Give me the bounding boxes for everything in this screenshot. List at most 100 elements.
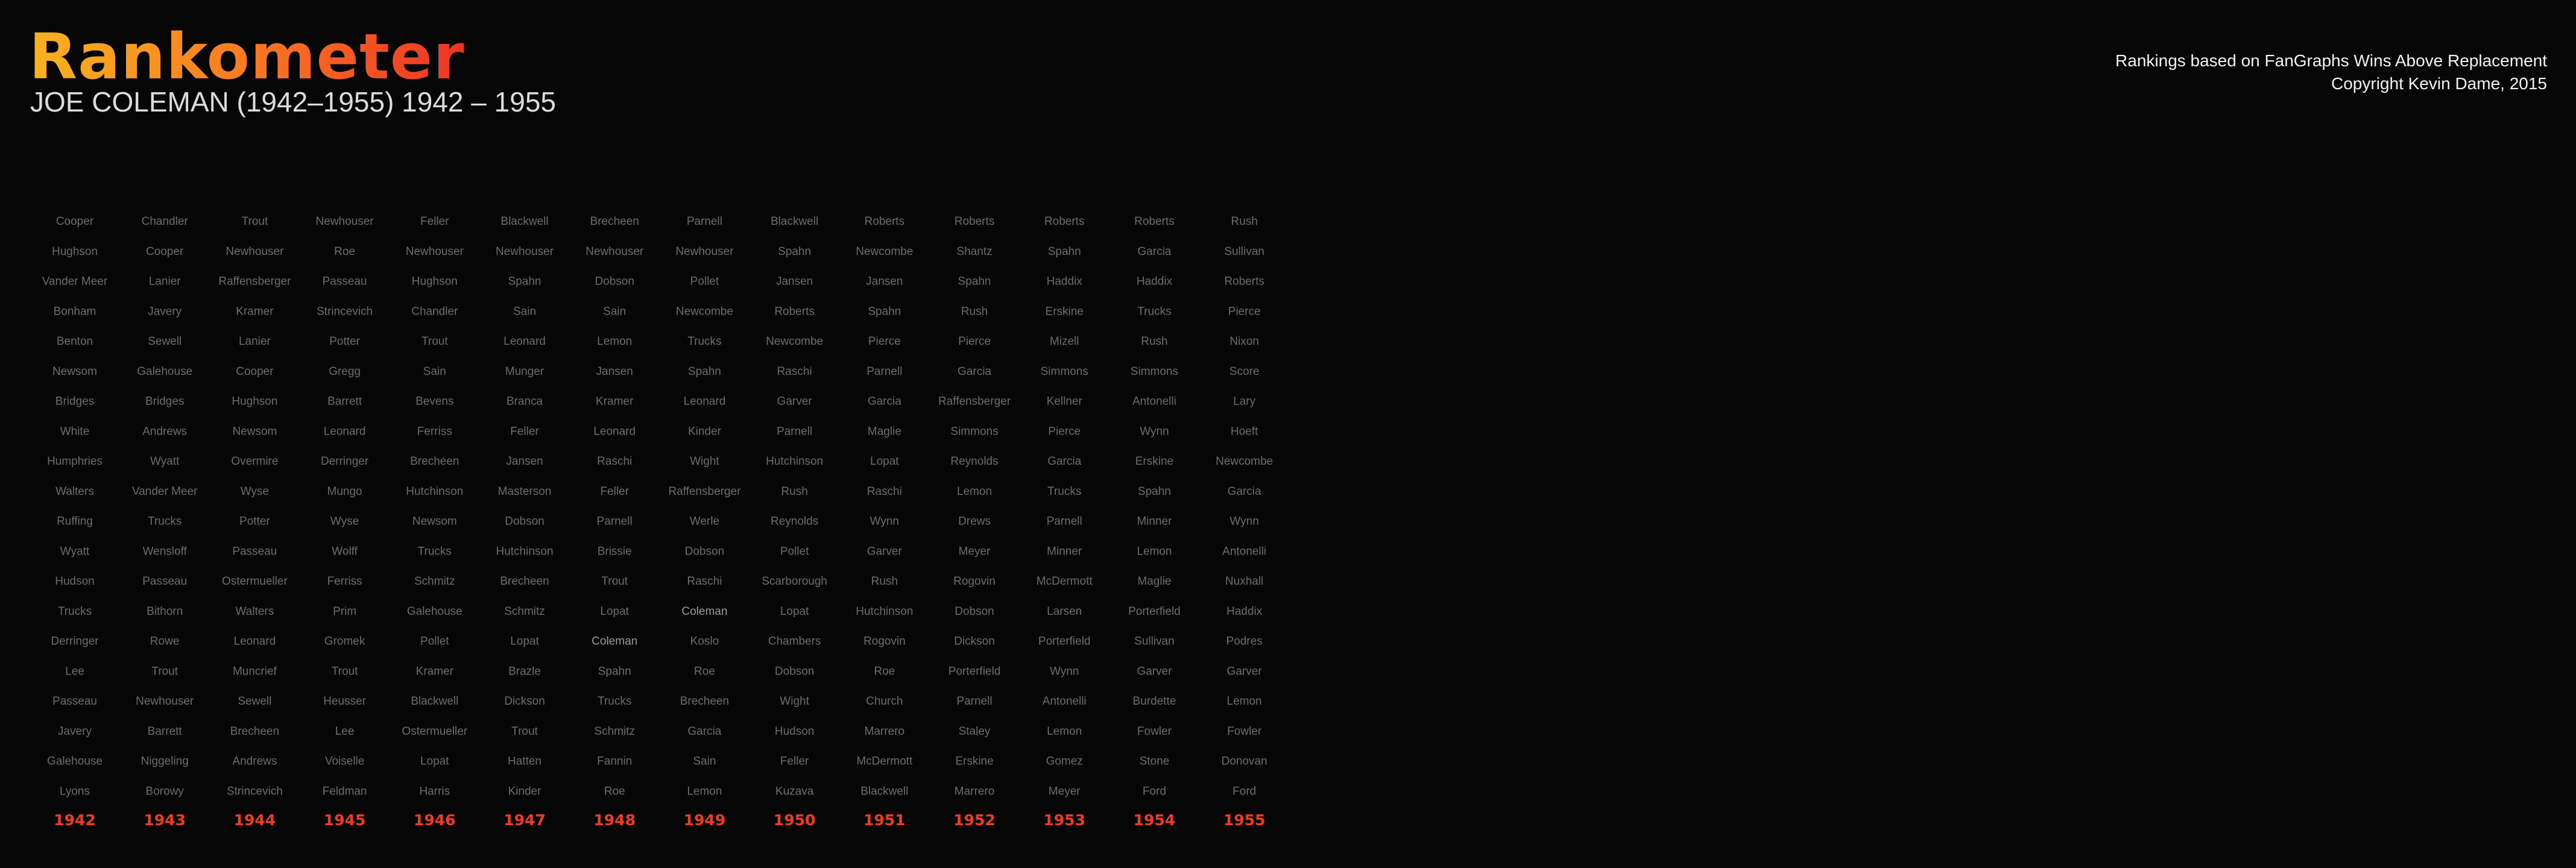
ranked-pitcher-name: Antonelli xyxy=(1132,395,1176,408)
ranked-pitcher-name: Ostermueller xyxy=(222,575,288,588)
ranked-pitcher-name: Ferriss xyxy=(327,575,362,588)
ranked-pitcher-name: Lanier xyxy=(149,275,181,288)
ranked-pitcher-name: Blackwell xyxy=(771,215,818,228)
ranked-pitcher-name: Minner xyxy=(1137,515,1172,528)
ranked-pitcher-name: Lee xyxy=(335,725,355,738)
ranked-pitcher-name: Dobson xyxy=(505,515,545,528)
ranked-pitcher-name: Passeau xyxy=(323,275,367,288)
ranked-pitcher-name: Wensloff xyxy=(143,545,188,558)
ranked-pitcher-name: Dickson xyxy=(504,695,545,708)
ranked-pitcher-name: Muncrief xyxy=(233,665,277,678)
ranked-pitcher-name: Wyse xyxy=(330,515,359,528)
ranked-pitcher-name: Parnell xyxy=(597,515,633,528)
ranked-pitcher-name: Fowler xyxy=(1227,725,1262,738)
ranked-pitcher-name: Newsom xyxy=(412,515,457,528)
ranked-pitcher-name: Erskine xyxy=(1046,305,1084,318)
ranked-pitcher-name: Spahn xyxy=(1048,245,1081,258)
ranked-pitcher-name: Roe xyxy=(874,665,895,678)
ranked-pitcher-name: Munger xyxy=(505,365,545,378)
ranked-pitcher-name: Trucks xyxy=(1137,305,1171,318)
ranked-pitcher-name: Schmitz xyxy=(594,725,635,738)
ranked-pitcher-name: Roberts xyxy=(1224,275,1264,288)
ranked-pitcher-name: Donovan xyxy=(1222,755,1267,768)
ranked-pitcher-name: Marrero xyxy=(955,785,995,797)
ranked-pitcher-name: Hudson xyxy=(775,725,815,738)
ranked-pitcher-name: Trucks xyxy=(598,695,631,708)
ranked-pitcher-name: White xyxy=(60,425,90,438)
ranked-pitcher-name: Fowler xyxy=(1137,725,1172,738)
ranked-pitcher-name: Parnell xyxy=(687,215,722,228)
ranked-pitcher-name: Newhouser xyxy=(226,245,284,258)
ranked-pitcher-name: Simmons xyxy=(950,425,998,438)
ranked-pitcher-name: Feller xyxy=(510,425,539,438)
ranked-pitcher-name: Coleman xyxy=(592,635,637,648)
ranked-pitcher-name: Bridges xyxy=(145,395,184,408)
ranked-pitcher-name: Wyatt xyxy=(60,545,90,558)
ranked-pitcher-name: Roberts xyxy=(1134,215,1175,228)
ranked-pitcher-name: Lopat xyxy=(510,635,539,648)
ranked-pitcher-name: Newhouser xyxy=(675,245,734,258)
ranked-pitcher-name: Wolff xyxy=(332,545,358,558)
ranked-pitcher-name: Leonard xyxy=(593,425,636,438)
ranked-pitcher-name: Reynolds xyxy=(771,515,818,528)
ranked-pitcher-name: Brissie xyxy=(598,545,632,558)
ranked-pitcher-name: Wynn xyxy=(1050,665,1079,678)
ranked-pitcher-name: Newhouser xyxy=(496,245,554,258)
ranked-pitcher-name: Galehouse xyxy=(137,365,192,378)
ranked-pitcher-name: Vander Meer xyxy=(132,485,198,498)
ranked-pitcher-name: Hughson xyxy=(52,245,98,258)
ranked-pitcher-name: Lary xyxy=(1233,395,1255,408)
ranked-pitcher-name: Trout xyxy=(421,335,448,348)
ranked-pitcher-name: Feller xyxy=(420,215,449,228)
ranked-pitcher-name: Trucks xyxy=(148,515,182,528)
ranked-pitcher-name: Schmitz xyxy=(504,605,545,618)
ranked-pitcher-name: Koslo xyxy=(690,635,719,648)
ranked-pitcher-name: Lopat xyxy=(870,455,899,468)
ranked-pitcher-name: Newhouser xyxy=(136,695,194,708)
ranked-pitcher-name: Dobson xyxy=(595,275,634,288)
ranked-pitcher-name: Kramer xyxy=(596,395,634,408)
ranked-pitcher-name: Erskine xyxy=(955,755,993,768)
ranked-pitcher-name: Bonham xyxy=(54,305,96,318)
ranked-pitcher-name: Porterfield xyxy=(1038,635,1091,648)
ranked-pitcher-name: Lopat xyxy=(420,755,449,768)
ranked-pitcher-name: Schmitz xyxy=(414,575,455,588)
ranked-pitcher-name: Galehouse xyxy=(47,755,103,768)
ranked-pitcher-name: Lemon xyxy=(597,335,632,348)
ranked-pitcher-name: Wight xyxy=(780,695,809,708)
ranked-pitcher-name: Kuzava xyxy=(775,785,814,797)
ranked-pitcher-name: Lemon xyxy=(957,485,992,498)
ranked-pitcher-name: Rowe xyxy=(150,635,180,648)
ranked-pitcher-name: Rush xyxy=(871,575,898,588)
ranked-pitcher-name: Maglie xyxy=(868,425,901,438)
ranked-pitcher-name: Passeau xyxy=(232,545,277,558)
ranked-pitcher-name: Brecheen xyxy=(680,695,729,708)
ranked-pitcher-name: Ostermueller xyxy=(402,725,467,738)
ranked-pitcher-name: Walters xyxy=(55,485,94,498)
ranked-pitcher-name: Jansen xyxy=(776,275,813,288)
year-label: 1947 xyxy=(504,811,546,829)
ranked-pitcher-name: Wyatt xyxy=(150,455,180,468)
ranked-pitcher-name: Raffensberger xyxy=(668,485,741,498)
year-label: 1944 xyxy=(234,811,276,829)
ranked-pitcher-name: Spahn xyxy=(778,245,811,258)
ranked-pitcher-name: McDermott xyxy=(1037,575,1093,588)
ranked-pitcher-name: Brecheen xyxy=(230,725,279,738)
ranked-pitcher-name: Trucks xyxy=(58,605,92,618)
ranked-pitcher-name: Lee xyxy=(65,665,84,678)
ranked-pitcher-name: Raschi xyxy=(867,485,902,498)
ranked-pitcher-name: Kramer xyxy=(236,305,274,318)
ranked-pitcher-name: Leonard xyxy=(324,425,366,438)
ranked-pitcher-name: Church xyxy=(866,695,903,708)
ranked-pitcher-name: Roberts xyxy=(1044,215,1085,228)
ranked-pitcher-name: Walters xyxy=(236,605,274,618)
ranked-pitcher-name: Masterson xyxy=(498,485,552,498)
ranked-pitcher-name: Lemon xyxy=(1047,725,1082,738)
ranked-pitcher-name: Maglie xyxy=(1137,575,1171,588)
ranked-pitcher-name: Roberts xyxy=(774,305,815,318)
ranked-pitcher-name: Trucks xyxy=(418,545,452,558)
ranked-pitcher-name: Haddix xyxy=(1047,275,1083,288)
ranked-pitcher-name: Ford xyxy=(1233,785,1256,797)
year-label: 1942 xyxy=(54,811,96,829)
ranked-pitcher-name: Hudson xyxy=(55,575,95,588)
